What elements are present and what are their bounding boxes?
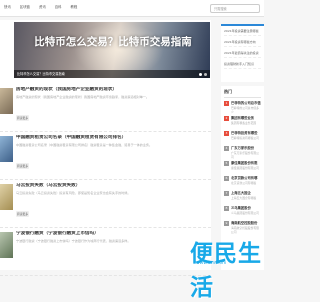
nav-item-news[interactable]: 资讯 [39,5,46,10]
hot-item[interactable]: 2 集团有哪些业务 集团有哪些业务范围 [224,116,261,129]
search-input[interactable]: 只需搜索 [210,4,260,13]
rank-number: 8 [224,206,229,211]
nav-item-blockchain[interactable]: 区块链 [20,5,30,10]
rank-number: 6 [224,176,229,181]
banner-dot[interactable] [204,73,207,76]
rank-number: 1 [224,101,229,106]
rank-number: 7 [224,191,229,196]
hot-item[interactable]: 7 上海五大国企 上海五大国企有哪些 [224,191,261,204]
nav-item-wiki[interactable]: 百科 [55,5,62,10]
read-more-button[interactable]: 阅读更多 [16,211,29,217]
article-excerpt: 房地产融资的现状（我国房地产企业融资的现状）我国房地产融资环境趋紧，融资渠道相对… [16,95,150,99]
hot-item-excerpt: 上海五大国企有哪些 [231,196,257,200]
rank-number: 4 [224,146,229,151]
article-excerpt: 马云投资失败（马云投资失败）投资有风险，即使是知名企业家也会有失手的时候。 [16,191,131,195]
article-title[interactable]: 房地产融资的现状（我国房地产企业融资的现状） [16,87,206,93]
hot-item[interactable]: 1 巴菲特的公司总市值 巴菲特的公司总市值多少 [224,101,261,114]
banner-dot[interactable] [199,73,202,76]
article-thumbnail[interactable] [0,184,13,210]
nav-item-kuaixun[interactable]: 快讯 [4,5,11,10]
sidebar-link[interactable]: 2021年投资有哪些方向 [224,40,261,47]
article-item: 中国融资租赁公司名录（中国融资租赁有限公司排名） 中国融资租赁公司名录（中国融资… [0,132,211,180]
rank-number: 5 [224,161,229,166]
article-title[interactable]: 中国融资租赁公司名录（中国融资租赁有限公司排名） [16,135,206,141]
hot-list-heading: 热门 [224,89,261,98]
article-thumbnail[interactable] [0,88,13,114]
read-more-button[interactable]: 阅读更多 [16,115,29,121]
hot-item-excerpt: 巴菲特的公司总市值多少 [231,106,259,114]
rank-number: 3 [224,131,229,136]
article-item: 房地产融资的现状（我国房地产企业融资的现状） 房地产融资的现状（我国房地产企业融… [0,84,211,132]
hot-item-excerpt: 广东万家乐股份有限公司 [231,151,259,159]
site-watermark-logo: 便民生活 www.bm.com [158,232,264,301]
banner-caption: 比特币怎么交易？比特币交易指南 [14,70,210,78]
hot-item[interactable]: 4 广东万家乐股份 广东万家乐股份有限公司 [224,146,261,159]
watermark-url: www.bm.com [196,261,227,266]
article-item: 马云投资失败（马云投资失败） 马云投资失败（马云投资失败）投资有风险，即使是知名… [0,180,211,228]
top-navigation-bar: 快讯 区块链 资讯 百科 教程 只需搜索 [0,0,264,17]
sidebar-links: 2021年投资需要注意哪些 2021年投资有哪些方向 2021年最值得关注的投资… [221,24,264,82]
article-title[interactable]: 马云投资失败（马云投资失败） [16,183,206,189]
sidebar-link[interactable]: 2021年投资需要注意哪些 [224,29,261,36]
banner-title: 比特币怎么交易？比特币交易指南 [34,36,192,48]
rank-number: 2 [224,116,229,121]
hot-item-excerpt: 北京贷款公司有哪些 [231,181,257,185]
article-excerpt: 中国融资租赁公司名录（中国融资租赁有限公司排名）融资租赁是一种集金融、贸易于一体… [16,143,153,147]
main-nav: 快讯 区块链 资讯 百科 教程 [4,5,77,10]
hot-item-excerpt: 义乌集团股份有限公司 [231,211,259,215]
sidebar-link[interactable]: 投资理财新手入门知识 [224,62,261,69]
article-thumbnail[interactable] [0,136,13,162]
read-more-button[interactable]: 阅读更多 [16,163,29,169]
watermark-text: 便民生活 [190,241,262,301]
banner-pager [199,73,207,76]
featured-banner[interactable]: 比特币怎么交易？比特币交易指南 比特币怎么交易？比特币交易指南 [14,22,210,78]
rank-number: 9 [224,221,229,226]
article-thumbnail[interactable] [0,232,13,258]
hot-item[interactable]: 3 巴菲特投资有哪些 巴菲特投资有哪些公司 [224,131,261,144]
hot-item-excerpt: 巴菲特投资有哪些公司 [231,136,259,140]
nav-item-tutorial[interactable]: 教程 [71,5,78,10]
hot-item[interactable]: 8 义乌集团股份 义乌集团股份有限公司 [224,206,261,219]
hot-item[interactable]: 6 北京贷款公司有哪 北京贷款公司有哪些 [224,176,261,189]
hot-item[interactable]: 5 康佳集团股份有限 康佳集团股份有限公司 [224,161,261,174]
sidebar-link[interactable]: 2021年最值得关注的投资 [224,51,261,58]
hot-item-excerpt: 康佳集团股份有限公司 [231,166,259,170]
hot-item-excerpt: 集团有哪些业务范围 [231,121,257,125]
